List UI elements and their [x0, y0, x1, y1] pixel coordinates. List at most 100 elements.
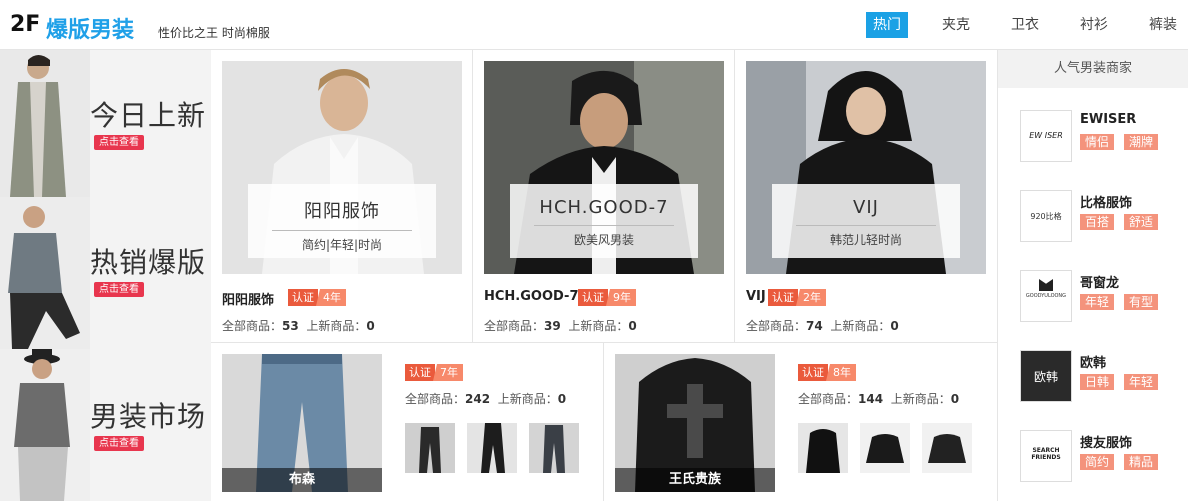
shop-overlay: HCH.GOOD-7 欧美风男装 — [510, 184, 698, 258]
merchant-tag[interactable]: 有型 — [1124, 294, 1159, 310]
promo-title: 热销爆版 — [90, 246, 207, 279]
cert-badge: 认证 9年 — [578, 289, 636, 306]
cert-years: 7年 — [433, 364, 463, 381]
logo-mark — [1039, 279, 1053, 291]
view-button[interactable]: 点击查看 — [94, 436, 144, 451]
product-thumbnail[interactable] — [860, 423, 910, 473]
shop-image[interactable]: 阳阳服饰 简约|年轻|时尚 — [222, 61, 462, 274]
merchant-tag[interactable]: 年轻 — [1124, 374, 1159, 390]
tab-shirt[interactable]: 衬衫 — [1073, 12, 1115, 38]
logo-text: EW ISER — [1029, 131, 1063, 140]
tab-hoodie[interactable]: 卫衣 — [1004, 12, 1046, 38]
all-goods-label: 全部商品： — [222, 319, 283, 333]
all-goods-count: 74 — [806, 319, 823, 333]
featured-shop[interactable]: 布森 认证 7年 全部商品：242 上新商品：0 — [211, 342, 604, 501]
merchant-item[interactable]: EW ISER EWISER 情侣 潮牌 — [998, 102, 1188, 182]
product-thumbnail[interactable] — [922, 423, 972, 473]
promo-title: 今日上新 — [90, 99, 207, 132]
cert-label: 认证 — [288, 289, 318, 306]
all-goods-count: 53 — [282, 319, 299, 333]
shop-stats: 全部商品：53 上新商品：0 — [222, 317, 375, 334]
merchant-item[interactable]: 920比格 比格服饰 百搭 舒适 — [998, 182, 1188, 262]
merchant-name[interactable]: 欧韩 — [1080, 352, 1106, 371]
all-goods-label: 全部商品： — [746, 319, 807, 333]
featured-shop[interactable]: 王氏贵族 认证 8年 全部商品：144 上新商品：0 — [604, 342, 997, 501]
merchant-item[interactable]: GOODYULOONG 哥窗龙 年轻 有型 — [998, 262, 1188, 342]
merchant-name[interactable]: EWISER — [1080, 112, 1136, 127]
product-thumbnail[interactable] — [798, 423, 848, 473]
floor-number: 2F — [10, 12, 41, 37]
merchant-logo[interactable]: 欧韩 — [1020, 350, 1072, 402]
merchant-tag[interactable]: 潮牌 — [1124, 134, 1159, 150]
product-thumbnail[interactable] — [529, 423, 579, 473]
cert-badge: 认证 7年 — [405, 364, 463, 381]
merchant-name[interactable]: 搜友服饰 — [1080, 432, 1132, 451]
merchant-tag[interactable]: 百搭 — [1080, 214, 1115, 230]
shop-card[interactable]: HCH.GOOD-7 欧美风男装 HCH.GOOD-7 认证 9年 全部商品：3… — [473, 50, 735, 342]
tab-pants[interactable]: 裤装 — [1142, 12, 1184, 38]
logo-text: GOODYULOONG — [1025, 293, 1067, 299]
overlay-divider — [272, 230, 412, 231]
shop-name[interactable]: 阳阳服饰 — [222, 289, 274, 308]
promo-new-arrivals[interactable]: 今日上新 点击查看 — [0, 50, 211, 197]
tab-jacket[interactable]: 夹克 — [935, 12, 977, 38]
shop-image[interactable]: 布森 — [222, 354, 382, 492]
merchant-tag[interactable]: 舒适 — [1124, 214, 1159, 230]
new-goods-label: 上新商品： — [830, 319, 891, 333]
shop-stats: 全部商品：242 上新商品：0 — [405, 390, 566, 407]
model-photo — [0, 50, 90, 197]
merchant-logo[interactable]: EW ISER — [1020, 110, 1072, 162]
shop-card[interactable]: VIJ 韩范儿轻时尚 VIJ 认证 2年 全部商品：74 上新商品：0 — [735, 50, 997, 342]
new-goods-count: 0 — [557, 392, 567, 406]
merchant-name[interactable]: 比格服饰 — [1080, 192, 1132, 211]
overlay-title: 阳阳服饰 — [304, 201, 380, 222]
new-goods-count: 0 — [890, 319, 899, 333]
merchant-tag[interactable]: 情侣 — [1080, 134, 1115, 150]
shop-overlay: 阳阳服饰 简约|年轻|时尚 — [248, 184, 436, 258]
shop-image[interactable]: HCH.GOOD-7 欧美风男装 — [484, 61, 724, 274]
merchant-tag[interactable]: 日韩 — [1080, 374, 1115, 390]
logo-text: SEARCH FRIENDS — [1031, 447, 1061, 461]
overlay-subtitle: 简约|年轻|时尚 — [301, 238, 383, 252]
new-goods-count: 0 — [628, 319, 637, 333]
overlay-divider — [796, 225, 936, 226]
shop-caption: 王氏贵族 — [615, 468, 775, 492]
shop-image[interactable]: 王氏贵族 — [615, 354, 775, 492]
merchant-tag[interactable]: 年轻 — [1080, 294, 1115, 310]
cert-years: 2年 — [796, 289, 826, 306]
cert-years: 9年 — [606, 289, 636, 306]
shop-name[interactable]: VIJ — [746, 289, 766, 304]
merchant-logo[interactable]: GOODYULOONG — [1020, 270, 1072, 322]
shop-name[interactable]: HCH.GOOD-7 — [484, 289, 579, 304]
merchant-item[interactable]: 欧韩 欧韩 日韩 年轻 — [998, 342, 1188, 422]
promo-mens-market[interactable]: 男装市场 点击查看 — [0, 349, 211, 501]
all-goods-label: 全部商品： — [405, 392, 466, 406]
new-goods-label: 上新商品： — [568, 319, 629, 333]
overlay-subtitle: 欧美风男装 — [573, 233, 634, 247]
cert-badge: 认证 2年 — [768, 289, 826, 306]
floor-title[interactable]: 爆版男装 — [46, 12, 134, 44]
model-photo — [0, 349, 90, 501]
merchant-name[interactable]: 哥窗龙 — [1080, 272, 1119, 291]
merchant-tag[interactable]: 简约 — [1080, 454, 1115, 470]
merchant-item[interactable]: SEARCH FRIENDS 搜友服饰 简约 精品 — [998, 422, 1188, 502]
all-goods-count: 144 — [858, 392, 884, 406]
merchant-tag[interactable]: 精品 — [1124, 454, 1159, 470]
view-button[interactable]: 点击查看 — [94, 135, 144, 150]
product-thumbnail[interactable] — [405, 423, 455, 473]
tab-hot[interactable]: 热门 — [866, 12, 908, 38]
new-goods-count: 0 — [366, 319, 375, 333]
merchant-logo[interactable]: 920比格 — [1020, 190, 1072, 242]
shop-card[interactable]: 阳阳服饰 简约|年轻|时尚 阳阳服饰 认证 4年 全部商品：53 上新商品：0 — [211, 50, 473, 342]
all-goods-label: 全部商品： — [484, 319, 545, 333]
cert-years: 4年 — [316, 289, 346, 306]
merchant-logo[interactable]: SEARCH FRIENDS — [1020, 430, 1072, 482]
category-tabs: 热门 夹克 卫衣 衬衫 裤装 — [839, 12, 1184, 38]
shop-image[interactable]: VIJ 韩范儿轻时尚 — [746, 61, 986, 274]
view-button[interactable]: 点击查看 — [94, 282, 144, 297]
overlay-title: VIJ — [853, 197, 879, 218]
promo-hot-sellers[interactable]: 热销爆版 点击查看 — [0, 197, 211, 349]
product-thumbnail[interactable] — [467, 423, 517, 473]
shop-stats: 全部商品：39 上新商品：0 — [484, 317, 637, 334]
merchant-sidebar: 人气男装商家 EW ISER EWISER 情侣 潮牌 920比格 比格服饰 百… — [997, 50, 1188, 501]
